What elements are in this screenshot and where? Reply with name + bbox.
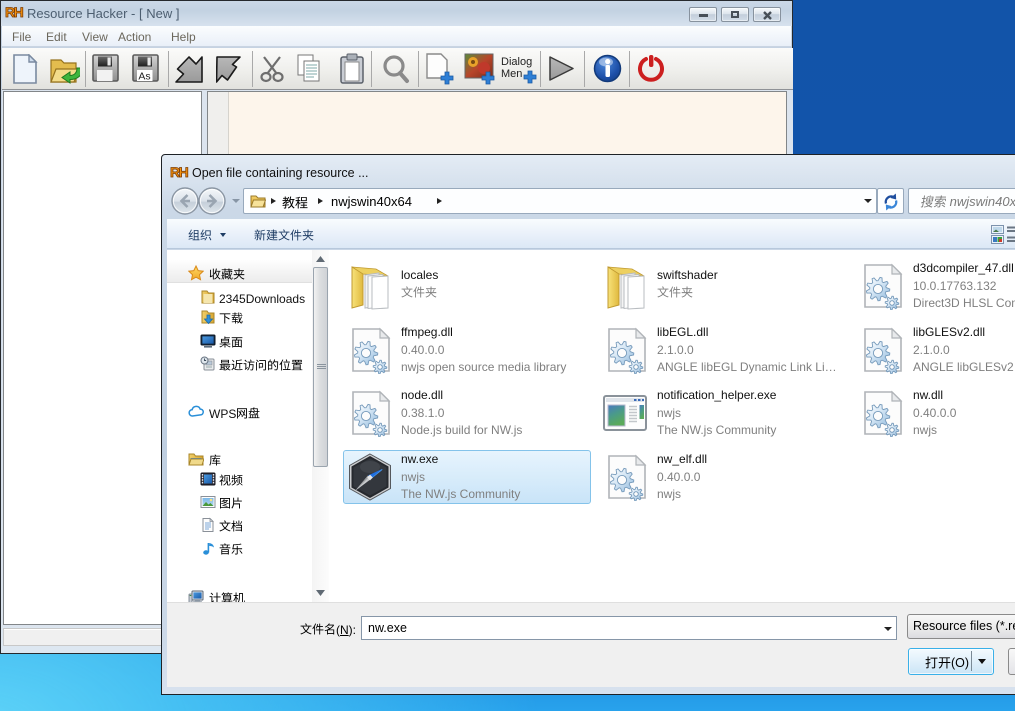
svg-text:Dialog: Dialog (501, 56, 532, 68)
svg-text:As: As (138, 71, 150, 83)
svg-text:Men: Men (501, 68, 522, 80)
